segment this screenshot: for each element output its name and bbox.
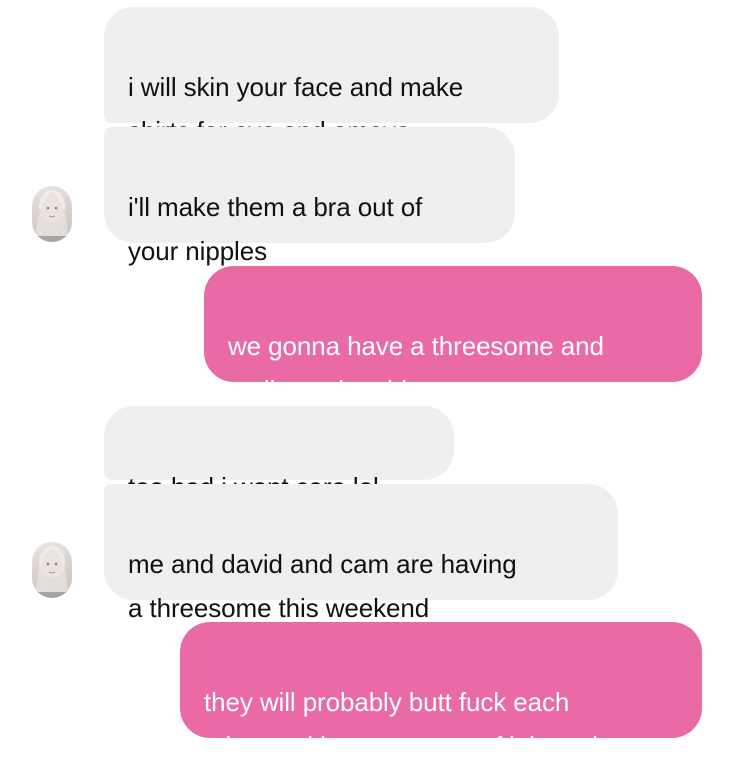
profile-photo-avatar-icon (32, 190, 72, 242)
message-text: me and david and cam are having a threes… (128, 549, 517, 623)
avatar[interactable] (32, 186, 72, 242)
avatar[interactable] (32, 542, 72, 598)
incoming-message-bubble[interactable]: i will skin your face and make shirts fo… (104, 7, 559, 146)
message-text: they will probably butt fuck each other … (204, 687, 598, 761)
message-text: i'll make them a bra out of your nipples (128, 192, 423, 266)
incoming-message-bubble[interactable]: too bad i wont care lol (104, 406, 454, 502)
outgoing-message-bubble[interactable]: we gonna have a threesome and mail you t… (204, 266, 702, 405)
message-text: we gonna have a threesome and mail you t… (228, 331, 604, 405)
incoming-message-bubble[interactable]: me and david and cam are having a threes… (104, 484, 618, 623)
profile-photo-avatar-icon (32, 546, 72, 598)
outgoing-message-bubble[interactable]: they will probably butt fuck each other … (180, 622, 702, 761)
incoming-message-bubble[interactable]: i'll make them a bra out of your nipples (104, 127, 515, 266)
